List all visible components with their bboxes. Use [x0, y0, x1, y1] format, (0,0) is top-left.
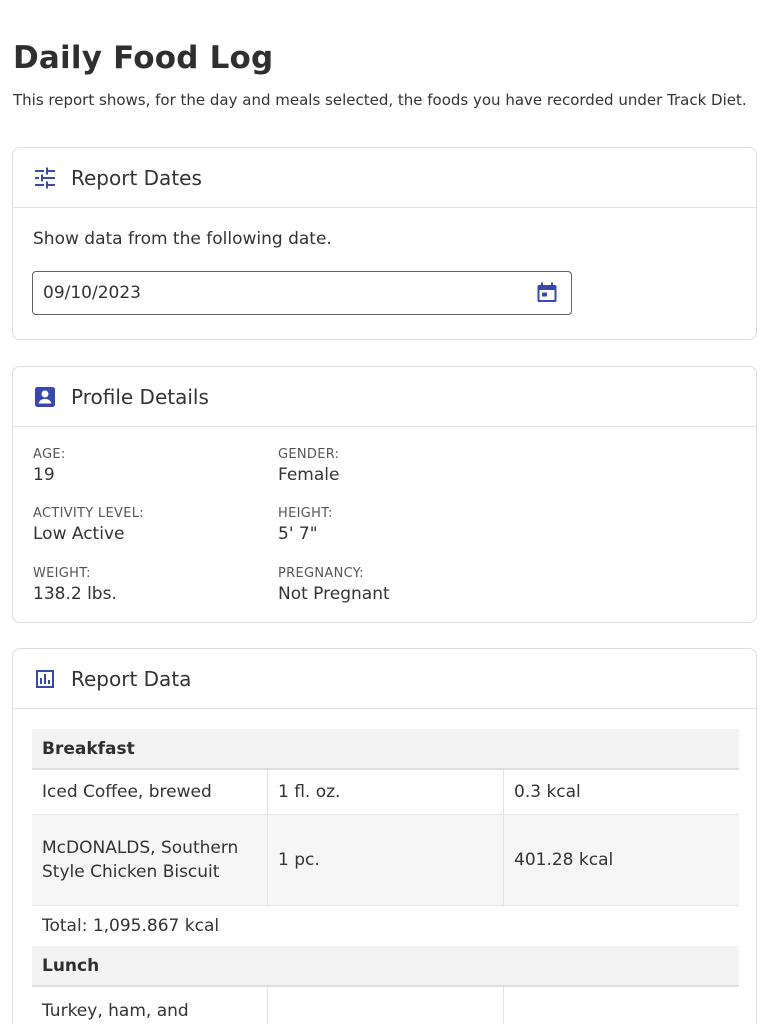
report-data-title: Report Data: [71, 666, 192, 691]
meal-header-lunch: Lunch: [32, 946, 739, 987]
report-data-header[interactable]: Report Data: [13, 649, 756, 709]
bar-chart-icon: [33, 667, 57, 691]
profile-badge-icon: [33, 385, 57, 409]
calendar-icon[interactable]: [535, 281, 559, 305]
report-dates-header[interactable]: Report Dates: [13, 148, 756, 208]
report-dates-label: Show data from the following date.: [33, 229, 332, 249]
report-dates-title: Report Dates: [71, 165, 202, 190]
food-kcal-cell: 401.28 kcal: [514, 850, 614, 870]
profile-weight-value: 138.2 lbs.: [33, 584, 117, 604]
profile-age-value: 19: [33, 465, 55, 485]
profile-height-value: 5' 7": [278, 524, 318, 544]
profile-weight: WEIGHT: 138.2 lbs.: [33, 566, 117, 604]
food-name-cell: Turkey, ham, and: [32, 987, 268, 1024]
food-amount-cell: 1 pc.: [268, 815, 504, 905]
profile-details-header[interactable]: Profile Details: [13, 367, 756, 427]
profile-activity: ACTIVITY LEVEL: Low Active: [33, 506, 144, 544]
profile-gender-value: Female: [278, 465, 340, 485]
profile-weight-label: WEIGHT:: [33, 566, 91, 581]
report-table: Breakfast Iced Coffee, brewed 1 fl. oz. …: [32, 729, 739, 1024]
table-row: McDONALDS, Southern Style Chicken Biscui…: [32, 815, 739, 906]
profile-pregnancy-value: Not Pregnant: [278, 584, 390, 604]
profile-age-label: AGE:: [33, 447, 66, 462]
page-title: Daily Food Log: [13, 40, 274, 76]
food-kcal-cell: 0.3 kcal: [514, 782, 581, 802]
profile-details-title: Profile Details: [71, 384, 209, 409]
meal-total-breakfast: Total: 1,095.867 kcal: [42, 916, 220, 936]
report-dates-card: Report Dates Show data from the followin…: [12, 147, 757, 340]
profile-gender: GENDER: Female: [278, 447, 339, 485]
food-name-cell: McDONALDS, Southern Style Chicken Biscui…: [32, 815, 268, 905]
date-input-value: 09/10/2023: [43, 283, 141, 303]
profile-pregnancy-label: PREGNANCY:: [278, 566, 364, 581]
food-amount-cell: 1 fl. oz.: [268, 770, 504, 814]
date-input[interactable]: 09/10/2023: [32, 271, 572, 315]
page-description: This report shows, for the day and meals…: [13, 91, 747, 109]
table-row: Turkey, ham, and: [32, 987, 739, 1024]
food-name-cell: Iced Coffee, brewed: [32, 770, 268, 814]
profile-gender-label: GENDER:: [278, 447, 340, 462]
meal-header-breakfast: Breakfast: [32, 729, 739, 770]
profile-details-card: Profile Details AGE: 19 GENDER: Female A…: [12, 366, 757, 623]
profile-height: HEIGHT: 5' 7": [278, 506, 333, 544]
profile-age: AGE: 19: [33, 447, 66, 485]
profile-activity-value: Low Active: [33, 524, 125, 544]
sliders-icon: [33, 166, 57, 190]
page: Daily Food Log This report shows, for th…: [0, 0, 768, 1024]
profile-height-label: HEIGHT:: [278, 506, 333, 521]
report-data-card: Report Data Breakfast Iced Coffee, brewe…: [12, 648, 757, 1024]
food-amount-cell: [268, 987, 504, 1024]
food-kcal-cell: [504, 987, 739, 1024]
profile-pregnancy: PREGNANCY: Not Pregnant: [278, 566, 390, 604]
profile-activity-label: ACTIVITY LEVEL:: [33, 506, 144, 521]
table-row: Iced Coffee, brewed 1 fl. oz. 0.3 kcal: [32, 770, 739, 815]
